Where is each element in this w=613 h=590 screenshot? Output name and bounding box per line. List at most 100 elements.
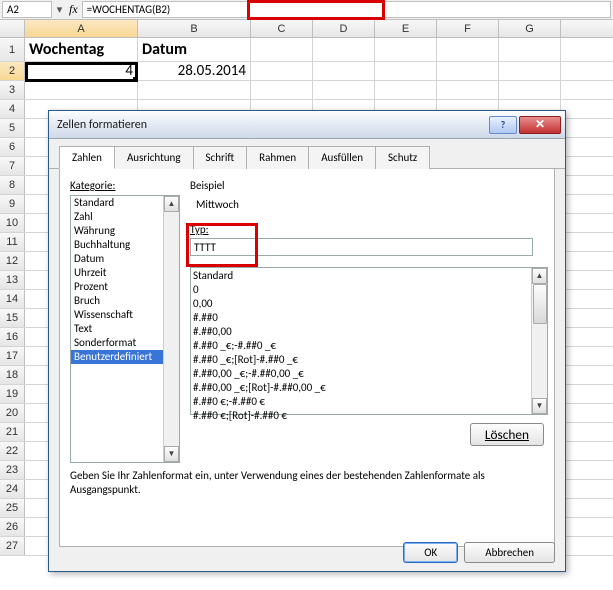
row-header[interactable]: 7 [0,157,25,175]
format-item[interactable]: Standard [193,269,545,283]
delete-button[interactable]: Löschen [470,423,544,446]
row-header[interactable]: 17 [0,347,25,365]
cell[interactable] [138,81,251,99]
row-header[interactable]: 11 [0,233,25,251]
format-item[interactable]: #.##0,00 [193,325,545,339]
format-item[interactable]: #.##0 €;-#.##0 € [193,395,545,409]
cell[interactable] [437,81,499,99]
row-header[interactable]: 12 [0,252,25,270]
format-item[interactable]: #.##0 _€;-#.##0 _€ [193,339,545,353]
col-header-f[interactable]: F [437,20,499,37]
row-header[interactable]: 18 [0,366,25,384]
row-header[interactable]: 6 [0,138,25,156]
row-header[interactable]: 23 [0,461,25,479]
row-header[interactable]: 21 [0,423,25,441]
row-header[interactable]: 22 [0,442,25,460]
cell[interactable] [251,38,313,61]
cell[interactable] [437,62,499,80]
close-button[interactable]: ✕ [519,116,561,134]
typ-label: Typ: [190,223,544,236]
col-header-g[interactable]: G [499,20,561,37]
format-item[interactable]: #.##0,00 _€;-#.##0,00 _€ [193,367,545,381]
formula-input[interactable]: =WOCHENTAG(B2) [82,1,611,18]
row-header[interactable]: 10 [0,214,25,232]
row-header[interactable]: 9 [0,195,25,213]
row-header-1[interactable]: 1 [0,38,25,61]
row-header[interactable]: 24 [0,480,25,498]
cell-a1[interactable]: Wochentag [25,38,138,61]
row-header[interactable]: 4 [0,100,25,118]
cell[interactable] [313,62,375,80]
tab-zahlen[interactable]: Zahlen [59,146,115,169]
select-all-corner[interactable] [0,20,25,37]
row-header[interactable]: 20 [0,404,25,422]
category-list[interactable]: StandardZahlWährungBuchhaltungDatumUhrze… [70,195,180,463]
scrollbar[interactable]: ▲ ▼ [163,196,179,462]
scroll-down-icon[interactable]: ▼ [532,398,547,414]
hint-text: Geben Sie Ihr Zahlenformat ein, unter Ve… [70,469,544,497]
fx-label[interactable]: fx [67,2,80,17]
col-header-b[interactable]: B [138,20,251,37]
row-header[interactable]: 27 [0,537,25,555]
scroll-up-icon[interactable]: ▲ [164,196,179,212]
tab-rahmen[interactable]: Rahmen [246,146,309,169]
cell[interactable] [375,81,437,99]
name-box-value: A2 [7,3,19,16]
tab-ausfuellen[interactable]: Ausfüllen [308,146,376,169]
typ-input[interactable] [190,238,533,256]
format-item[interactable]: 0,00 [193,297,545,311]
row-header[interactable]: 14 [0,290,25,308]
tab-ausrichtung[interactable]: Ausrichtung [114,146,194,169]
row-header-2[interactable]: 2 [0,62,25,80]
format-item[interactable]: #.##0 €;[Rot]-#.##0 € [193,409,545,423]
scroll-down-icon[interactable]: ▼ [164,446,179,462]
row-header[interactable]: 15 [0,309,25,327]
format-list[interactable]: Standard00,00#.##0#.##0,00#.##0 _€;-#.##… [190,267,548,415]
cell[interactable] [251,62,313,80]
col-header-e[interactable]: E [375,20,437,37]
cell[interactable] [499,38,561,61]
ok-button[interactable]: OK [403,542,458,563]
col-header-c[interactable]: C [251,20,313,37]
cell[interactable] [499,62,561,80]
tab-schrift[interactable]: Schrift [193,146,248,169]
row-header[interactable]: 3 [0,81,25,99]
row-header[interactable]: 16 [0,328,25,346]
help-button[interactable]: ? [489,116,517,134]
dialog-title-bar[interactable]: Zellen formatieren ? ✕ [49,111,565,139]
cell[interactable] [25,81,138,99]
cell[interactable] [499,81,561,99]
col-header-d[interactable]: D [313,20,375,37]
format-item[interactable]: #.##0 _€;[Rot]-#.##0 _€ [193,353,545,367]
cell[interactable] [251,81,313,99]
cell[interactable] [375,62,437,80]
row-header[interactable]: 25 [0,499,25,517]
row-header[interactable]: 26 [0,518,25,536]
scroll-track[interactable] [164,212,179,446]
scroll-up-icon[interactable]: ▲ [532,268,547,284]
format-item[interactable]: 0 [193,283,545,297]
cell-a2[interactable]: 4 [25,62,138,80]
row-header[interactable]: 5 [0,119,25,137]
row-header[interactable]: 8 [0,176,25,194]
format-item[interactable]: #.##0 [193,311,545,325]
scroll-thumb[interactable] [533,284,547,324]
row-header[interactable]: 13 [0,271,25,289]
scroll-track[interactable] [532,284,547,398]
name-box-dropdown[interactable]: ▾ [54,1,65,18]
format-item[interactable]: #.##0,00 _€;[Rot]-#.##0,00 _€ [193,381,545,395]
dialog-title: Zellen formatieren [57,118,489,132]
cell[interactable] [313,38,375,61]
cell-b2[interactable]: 28.05.2014 [138,62,251,80]
cell[interactable] [375,38,437,61]
scrollbar[interactable]: ▲ ▼ [531,268,547,414]
cell-b1[interactable]: Datum [138,38,251,61]
cancel-button[interactable]: Abbrechen [464,542,555,563]
cell[interactable] [437,38,499,61]
name-box[interactable]: A2 [2,1,52,18]
cell[interactable] [313,81,375,99]
col-header-a[interactable]: A [25,20,138,37]
beispiel-value: Mittwoch [196,198,544,211]
row-header[interactable]: 19 [0,385,25,403]
tab-schutz[interactable]: Schutz [375,146,430,169]
